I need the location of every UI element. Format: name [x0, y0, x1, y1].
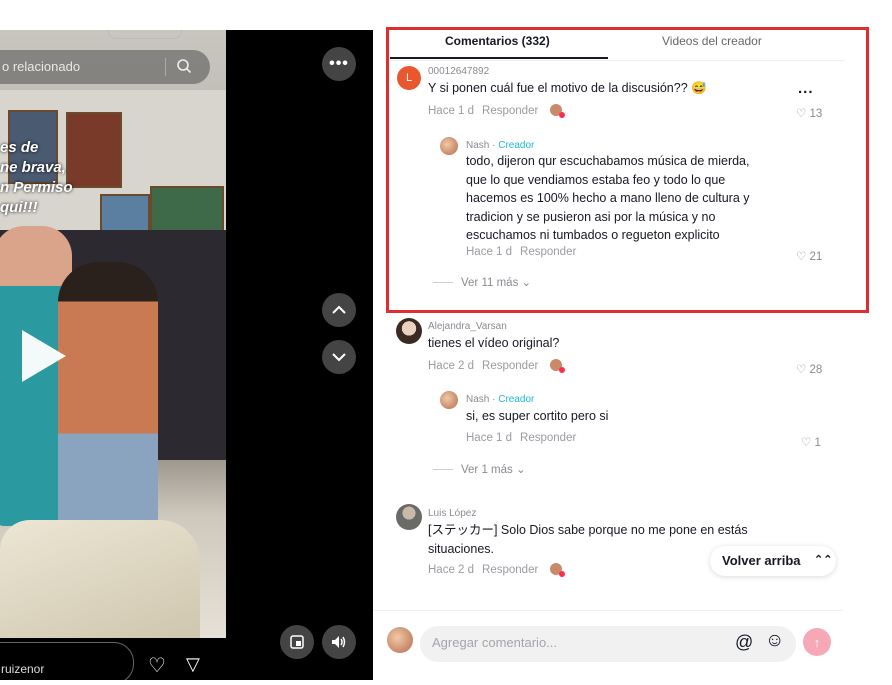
back-to-top-button[interactable]: Volver arriba ⌃⌃ — [710, 546, 836, 576]
heart-icon: ♡ — [796, 251, 810, 263]
video-frame[interactable]: es de ne brava, n Permiso qui!!! — [0, 30, 226, 638]
like-count[interactable]: ♡ 13 — [796, 106, 822, 120]
avatar[interactable] — [387, 627, 413, 653]
reply-text: si, es super cortito pero si — [466, 409, 609, 423]
top-handle — [108, 30, 182, 39]
chevron-up-icon[interactable] — [322, 293, 356, 327]
view-more-label: Ver 11 más — [461, 277, 519, 289]
video-overlay-caption: es de ne brava, n Permiso qui!!! — [0, 139, 73, 216]
comment-meta: Hace 2 d Responder — [428, 563, 566, 577]
volume-icon[interactable] — [322, 625, 356, 659]
emoji-icon[interactable]: ☺ — [765, 630, 784, 652]
comment-meta: Hace 2 d Responder — [428, 359, 566, 373]
video-scene-chair — [0, 520, 200, 638]
separator-dot: · — [489, 394, 499, 405]
comment-text: [ステッカー] Solo Dios sabe porque no me pone… — [428, 523, 748, 556]
avatar[interactable]: L — [397, 66, 421, 90]
comment-text: Y si ponen cuál fue el motivo de la disc… — [428, 81, 707, 95]
like-count[interactable]: ♡ 21 — [796, 249, 822, 263]
video-scene-painting — [150, 186, 224, 236]
tab-comments[interactable]: Comentarios (332) — [445, 34, 550, 48]
play-icon[interactable] — [22, 330, 66, 382]
avatar[interactable] — [396, 318, 422, 344]
double-chevron-up-icon: ⌃⌃ — [814, 554, 833, 566]
comment-username[interactable]: 00012647892 — [428, 66, 489, 77]
like-count-value: 21 — [809, 251, 823, 263]
reply-button[interactable]: Responder — [520, 432, 576, 444]
reply-time: Hace 1 d — [466, 432, 513, 444]
avatar[interactable] — [440, 137, 458, 155]
chevron-down-icon: ⌄ — [521, 277, 532, 289]
like-count[interactable]: ♡ 1 — [801, 435, 821, 449]
creator-badge: Creador — [498, 140, 535, 151]
like-count[interactable]: ♡ 28 — [796, 362, 822, 376]
heart-icon: ♡ — [796, 108, 810, 120]
like-count-value: 1 — [814, 437, 821, 449]
view-more-label: Ver 1 más — [461, 464, 513, 476]
creator-liked-icon — [550, 104, 566, 118]
active-tab-indicator — [390, 57, 608, 59]
reply-username[interactable]: Nash · Creador — [466, 394, 534, 405]
separator-dot: · — [489, 140, 499, 151]
video-scene-painting — [66, 112, 122, 188]
comment-time: Hace 1 d — [428, 105, 475, 117]
comments-panel: Comentarios (332) Videos del creador L 0… — [373, 0, 892, 684]
send-icon[interactable]: ↑ — [803, 628, 831, 656]
comment-time: Hace 2 d — [428, 564, 475, 576]
related-search-bar[interactable]: o relacionado — [0, 50, 210, 84]
comment-username[interactable]: Luis López — [428, 508, 476, 519]
at-icon[interactable]: @ — [735, 632, 753, 653]
comment-composer: @ ☺ ↑ — [373, 610, 843, 685]
author-chip[interactable]: ruizenor — [0, 642, 134, 680]
author-handle: ruizenor — [1, 662, 45, 676]
view-more-replies[interactable]: Ver 1 más ⌄ — [433, 462, 526, 476]
share-icon[interactable]: ▽ — [186, 654, 200, 675]
comment-input-wrapper[interactable]: @ ☺ — [420, 626, 796, 662]
comment-meta: Hace 1 d Responder — [428, 104, 566, 118]
reply-meta: Hace 1 d Responder — [466, 432, 576, 444]
creator-badge: Creador — [498, 394, 535, 405]
reply-text: todo, dijeron qur escuchabamos música de… — [466, 154, 750, 242]
reply-username-name: Nash — [466, 394, 490, 405]
chevron-down-icon: ⌄ — [515, 464, 526, 476]
reply-button[interactable]: Responder — [482, 564, 538, 576]
divider — [433, 469, 453, 471]
picture-in-picture-icon[interactable] — [280, 625, 314, 659]
reply-username-name: Nash — [466, 140, 490, 151]
comment-username[interactable]: Alejandra_Varsan — [428, 321, 507, 332]
comment-text: tienes el vídeo original? — [428, 336, 560, 350]
video-player[interactable]: es de ne brava, n Permiso qui!!! o relac… — [0, 30, 373, 680]
divider — [165, 58, 166, 76]
reply-button[interactable]: Responder — [520, 246, 576, 258]
reply-time: Hace 1 d — [466, 246, 513, 258]
comment-time: Hace 2 d — [428, 360, 475, 372]
tab-bar: Comentarios (332) Videos del creador — [390, 28, 845, 61]
like-count-value: 28 — [809, 364, 823, 376]
chevron-down-icon[interactable] — [322, 340, 356, 374]
creator-liked-icon — [550, 563, 566, 577]
tab-creator-videos[interactable]: Videos del creador — [662, 34, 762, 48]
back-to-top-label: Volver arriba — [722, 553, 801, 568]
more-options-icon[interactable]: ••• — [322, 47, 356, 81]
like-count-value: 13 — [809, 108, 823, 120]
heart-icon[interactable]: ♡ — [148, 653, 166, 678]
comment-more-icon[interactable]: ... — [798, 80, 814, 97]
reply-meta: Hace 1 d Responder — [466, 246, 576, 258]
avatar[interactable] — [396, 504, 422, 530]
reply-username[interactable]: Nash · Creador — [466, 140, 534, 151]
reply-button[interactable]: Responder — [482, 105, 538, 117]
avatar-letter: L — [405, 72, 413, 84]
creator-liked-icon — [550, 359, 566, 373]
view-more-replies[interactable]: Ver 11 más ⌄ — [433, 275, 531, 289]
heart-icon: ♡ — [796, 364, 810, 376]
related-search-text: o relacionado — [2, 59, 81, 74]
avatar[interactable] — [440, 391, 458, 409]
comment-input[interactable] — [430, 634, 724, 651]
reply-button[interactable]: Responder — [482, 360, 538, 372]
divider — [433, 282, 453, 284]
search-icon[interactable] — [176, 58, 192, 77]
heart-icon: ♡ — [801, 437, 815, 449]
